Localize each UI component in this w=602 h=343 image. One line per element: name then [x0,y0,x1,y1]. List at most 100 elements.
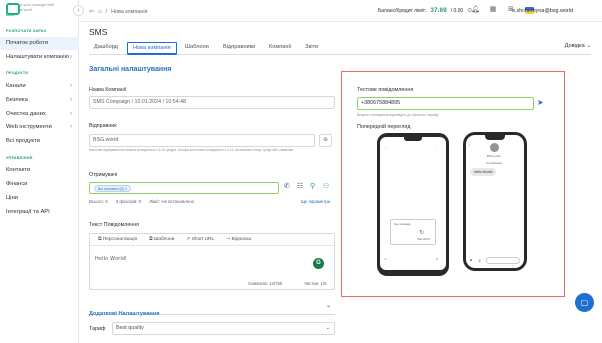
android-refresh-icon: ↻ [419,230,425,236]
iphone-screen: BSG.world ‹ Text Message Hello World! ◙ … [466,135,524,268]
android-menu-icon: ⋮ [434,145,438,149]
tab-templates[interactable]: Шаблони [185,42,209,55]
chat-support-button[interactable]: ▢ [575,293,594,312]
contacts-icon[interactable]: ☷ [297,182,303,190]
sidebar-section-start: РОЗПОЧАТИ ЗАРАЗ [6,29,47,33]
logo-text: BSG [6,12,15,17]
editor-text[interactable]: Hello World! [95,256,127,262]
phone-icon[interactable]: ✆ [284,182,290,190]
balance-rest: / 0.00 [450,7,464,14]
camera-notch [404,137,422,141]
sidebar-collapse-button[interactable]: ‹ [73,5,84,16]
tab-companies[interactable]: Компанії [269,42,291,55]
close-icon[interactable]: × [125,187,127,191]
tab-reports[interactable]: Звіти [305,42,318,55]
grid-icon[interactable]: ▦ [489,6,497,14]
test-phone-hint: Вкажіть отримувача відповідно до обраног… [357,113,439,117]
filter-icon[interactable]: ⚲ [310,182,315,190]
message-text-label: Текст Повідомлення [89,222,139,228]
android-new-message: New message [394,223,411,226]
sidebar-item-data-cleaning[interactable]: Очистка даних › [0,108,79,121]
sidebar-item-company-setup[interactable]: Налаштувати компанію › [0,51,79,64]
stat-total: Всього: 5 [89,199,108,204]
iphone-input-box [486,257,520,264]
logo-tagline: Let your message stuff the world [17,3,54,12]
sidebar-item-label: Інтеграції та API [6,209,50,215]
android-emoji-icon: ☺ [384,257,388,261]
sidebar-item-channels[interactable]: Канали › [0,80,79,93]
chevron-right-icon: › [70,97,72,103]
sender-hint: Числове відправлення можна складатися з … [89,148,294,152]
tool-label: Шаблони [153,237,175,242]
brand-logo[interactable]: BSG Let your message stuff the world [6,3,60,17]
avatar [490,143,499,152]
company-name-label: Назва Компанії [89,87,127,93]
home-icon[interactable]: ⌂ [98,9,102,15]
stat-limit: Ліміт: Не встановлено [149,199,195,204]
message-editor[interactable]: ⧉ Персоналізація ⧉ Шаблони ⇗ Short URL ⇢… [89,233,335,290]
chevron-right-icon: › [70,124,72,130]
breadcrumb: ⇦ ⌂ / Нова компанія [89,8,147,16]
message-bubble: Hello World! [470,168,497,176]
back-arrow-icon[interactable]: ⇦ [89,8,94,15]
sidebar-item-web-tools[interactable]: Web інструменти › [0,121,79,134]
tool-short-url[interactable]: ⇗ Short URL [186,234,214,245]
tariff-select[interactable]: Best quality ⌄ [112,322,335,335]
sidebar-item-all-products[interactable]: Всі продукти [0,135,79,148]
more-params-link[interactable]: Ще параметри [301,199,330,204]
sidebar-item-prices[interactable]: Ціни [0,192,79,205]
iphone-notch [485,135,505,140]
tab-senders[interactable]: Відправники [223,42,255,55]
help-dropdown[interactable]: Довідка ⌄ [565,43,591,49]
chevron-down-icon: ⌄ [325,325,330,331]
sidebar-section-products: ПРОДУКТИ [6,71,29,75]
sidebar-item-contacts[interactable]: Контакти [0,164,79,177]
sidebar-item-getting-started[interactable]: Початок роботи [0,37,79,50]
recipient-chip-label: Всі контакти (5) [98,187,124,191]
tool-label: Персоналізація [102,237,138,242]
balance: Баланс/Кредит ліміт: 37.69 / 0.00 ⊙ [378,7,472,14]
group-icon[interactable]: ⚇ [323,182,329,190]
chevron-down-icon: ⌄ [325,303,331,309]
chat-icon: ▢ [580,298,589,307]
tool-unsubscribe[interactable]: ⇢ Відписка [226,234,251,245]
tool-personalization[interactable]: ⧉ Персоналізація [98,234,137,245]
advanced-settings-label: Додаткові Налаштування [89,311,160,317]
sidebar-item-finance[interactable]: Фінанси [0,178,79,191]
advanced-settings-toggle[interactable]: Додаткові Налаштування ⌄ [89,302,335,317]
send-icon[interactable]: ➤ [537,98,547,108]
tab-new-company[interactable]: Нова компанія [127,42,177,55]
recipient-chip[interactable]: Всі контакти (5) × [94,185,131,192]
grammar-icon[interactable]: G [313,258,324,269]
sidebar-item-label: Очистка даних [6,111,46,117]
android-mic-icon: ● [436,257,438,261]
chevron-down-icon: ⌄ [586,43,591,49]
tariff-label: Тариф [89,326,106,332]
tool-label: Відписка [231,237,252,242]
sender-input[interactable]: BSG.world [89,134,315,147]
bell-icon[interactable]: 🔔︎ [471,6,480,14]
tool-templates[interactable]: ⧉ Шаблони [149,234,174,245]
chevron-right-icon: › [70,111,72,117]
recipients-label: Отримувачі [89,172,118,178]
chevron-left-icon: ‹ [77,7,80,14]
app-root: BSG Let your message stuff the world РОЗ… [0,0,602,343]
preview-label: Попередній перегляд [357,124,411,130]
recipients-input[interactable]: Всі контакти (5) × [89,182,279,194]
iphone-sender-name: BSG.world [487,154,501,158]
tab-dashboard[interactable]: Дашборд [94,42,118,55]
iphone-preview: BSG.world ‹ Text Message Hello World! ◙ … [463,132,527,271]
user-email[interactable]: o.shcherbyna@bsg.world [512,8,573,14]
section-general-settings: Загальні налаштування [89,66,172,73]
company-name-input[interactable]: SMS Compaign / 10.01.2024 / 10:54:48 [89,96,335,109]
sender-label: Відправник [89,123,117,129]
add-sender-icon[interactable]: ⊕ [319,134,332,147]
sidebar-item-security[interactable]: Безпека › [0,94,79,107]
test-phone-input[interactable]: +380675884895 [357,97,534,110]
char-count: Символів: 13/765 [248,281,283,286]
sidebar-item-label: Фінанси [6,181,28,187]
sidebar-item-label: Контакти [6,167,31,173]
sidebar-item-integrations[interactable]: Інтеграції та API [0,206,79,219]
test-message-panel: Тестове повідомлення +380675884895 ➤ Вка… [341,71,565,297]
balance-label: Баланс/Кредит ліміт: [378,7,427,14]
